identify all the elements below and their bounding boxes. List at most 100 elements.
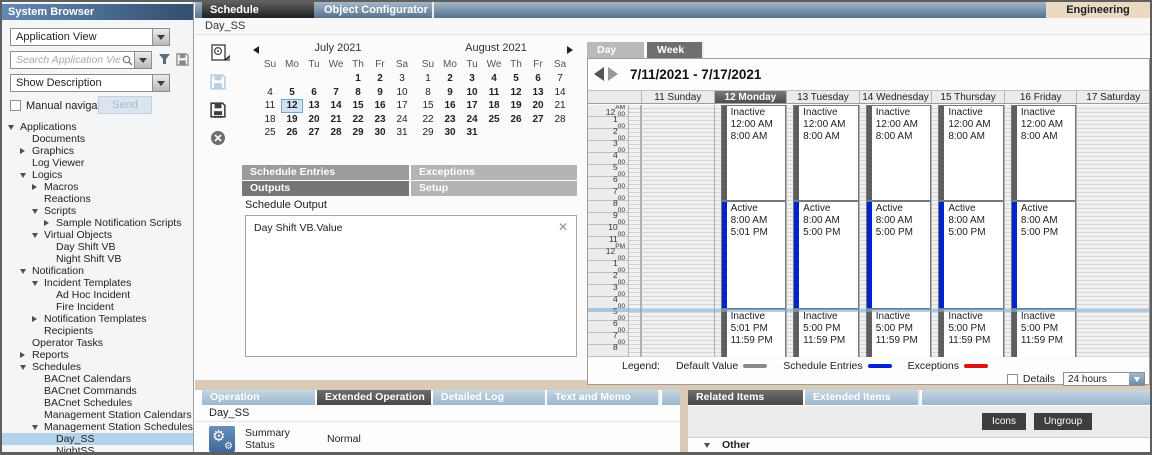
time-scale-arrow-icon[interactable] xyxy=(1129,373,1144,385)
calendar-day[interactable]: 4 xyxy=(259,86,281,100)
previous-week-icon[interactable] xyxy=(594,67,604,81)
day-column[interactable]: Inactive12:00 AM8:00 AMActive8:00 AM5:00… xyxy=(786,105,859,357)
calendar-day[interactable]: 21 xyxy=(549,99,571,113)
calendar-day[interactable]: 29 xyxy=(417,126,439,140)
send-button[interactable]: Send xyxy=(98,96,152,114)
calendar-day[interactable]: 22 xyxy=(417,113,439,127)
tree-item-operator-tasks[interactable]: Operator Tasks xyxy=(2,337,193,349)
tree-item-notification[interactable]: Notification xyxy=(2,265,193,277)
tree-collapsed-icon[interactable] xyxy=(20,148,30,154)
tree-expanded-icon[interactable] xyxy=(20,173,30,178)
tree-expanded-icon[interactable] xyxy=(20,365,30,370)
schedule-entry-active[interactable]: Active8:00 AM5:00 PM xyxy=(938,201,1004,309)
tree-expanded-icon[interactable] xyxy=(32,425,42,430)
tree-collapsed-icon[interactable] xyxy=(20,352,30,358)
tree-item-bacnet-commands[interactable]: BACnet Commands xyxy=(2,385,193,397)
discard-icon[interactable] xyxy=(210,130,226,146)
schedule-entry-active[interactable]: Active8:00 AM5:00 PM xyxy=(866,201,932,309)
calendar-day[interactable]: 10 xyxy=(461,86,483,100)
tab-week[interactable]: Week xyxy=(647,42,704,58)
tree-expanded-icon[interactable] xyxy=(32,209,42,214)
day-header[interactable]: 16 Friday xyxy=(1004,91,1077,103)
ungroup-button[interactable]: Ungroup xyxy=(1034,413,1092,430)
tree-item-log-viewer[interactable]: Log Viewer xyxy=(2,157,193,169)
search-input[interactable] xyxy=(11,54,120,66)
calendar-day[interactable]: 19 xyxy=(281,113,303,127)
calendar-day[interactable]: 20 xyxy=(527,99,549,113)
tab-exceptions[interactable]: Exceptions xyxy=(411,165,577,180)
output-item[interactable]: Day Shift VB.Value ✕ xyxy=(246,216,576,234)
day-header[interactable]: 11 Sunday xyxy=(641,91,714,103)
tree-item-reactions[interactable]: Reactions xyxy=(2,193,193,205)
calendar-day[interactable]: 28 xyxy=(549,113,571,127)
calendar-day[interactable]: 2 xyxy=(439,72,461,86)
schedule-entry-inactive[interactable]: Inactive12:00 AM8:00 AM xyxy=(721,105,787,201)
tab-text-and-memo[interactable]: Text and Memo xyxy=(547,390,660,405)
schedule-entry-active[interactable]: Active8:00 AM5:01 PM xyxy=(721,201,787,309)
calendar-day[interactable]: 5 xyxy=(281,86,303,100)
view-dropdown-arrow-icon[interactable] xyxy=(152,29,169,45)
search-dropdown-arrow-icon[interactable] xyxy=(134,52,151,68)
related-group-other[interactable]: Other xyxy=(688,438,1150,452)
tab-extended-operation[interactable]: Extended Operation xyxy=(317,390,431,405)
system-browser-header[interactable]: System Browser xyxy=(2,4,193,20)
calendar-day[interactable]: 8 xyxy=(417,86,439,100)
calendar-day[interactable]: 19 xyxy=(505,99,527,113)
calendar-day[interactable]: 17 xyxy=(391,99,413,113)
tree-collapsed-icon[interactable] xyxy=(32,316,42,322)
icons-button[interactable]: Icons xyxy=(982,413,1026,430)
calendar-day-selected[interactable]: 12 xyxy=(281,99,303,113)
calendar-day[interactable]: 17 xyxy=(461,99,483,113)
schedule-entry-inactive[interactable]: Inactive5:00 PM11:59 PM xyxy=(938,309,1004,357)
tree-item-schedules[interactable]: Schedules xyxy=(2,361,193,373)
save-view-icon[interactable] xyxy=(176,53,189,66)
tab-engineering[interactable]: Engineering xyxy=(1046,2,1150,18)
tree-expanded-icon[interactable] xyxy=(20,269,30,274)
day-header[interactable]: 14 Wednesday xyxy=(859,91,932,103)
calendar-day[interactable]: 1 xyxy=(347,72,369,86)
calendar-day[interactable]: 6 xyxy=(303,86,325,100)
calendar-day[interactable]: 12 xyxy=(505,86,527,100)
tree-item-bacnet-schedules[interactable]: BACnet Schedules xyxy=(2,397,193,409)
calendar-day[interactable]: 4 xyxy=(483,72,505,86)
calendar-day[interactable]: 26 xyxy=(505,113,527,127)
calendar-day[interactable]: 31 xyxy=(391,126,413,140)
search-icon[interactable] xyxy=(120,55,134,66)
calendar-day[interactable]: 15 xyxy=(417,99,439,113)
schedule-entry-active[interactable]: Active8:00 AM5:00 PM xyxy=(1011,201,1077,309)
calendar-day[interactable]: 6 xyxy=(527,72,549,86)
tree-expanded-icon[interactable] xyxy=(8,125,18,130)
tree-item-notification-templates[interactable]: Notification Templates xyxy=(2,313,193,325)
calendar-day[interactable]: 20 xyxy=(303,113,325,127)
calendar-day[interactable]: 8 xyxy=(347,86,369,100)
calendar-day[interactable]: 3 xyxy=(391,72,413,86)
day-column[interactable]: Inactive12:00 AM8:00 AMActive8:00 AM5:01… xyxy=(714,105,787,357)
details-checkbox[interactable] xyxy=(1007,374,1018,385)
tab-detailed-log[interactable]: Detailed Log xyxy=(433,390,545,405)
save-icon-disabled[interactable] xyxy=(210,74,226,90)
calendar-day[interactable]: 29 xyxy=(347,126,369,140)
tree-item-bacnet-calendars[interactable]: BACnet Calendars xyxy=(2,373,193,385)
calendar-day[interactable]: 25 xyxy=(483,113,505,127)
save-as-icon[interactable] xyxy=(210,102,226,118)
tree-expanded-icon[interactable] xyxy=(32,281,42,286)
schedule-entry-inactive[interactable]: Inactive5:01 PM11:59 PM xyxy=(721,309,787,357)
calendar-day[interactable]: 30 xyxy=(369,126,391,140)
tree-expanded-icon[interactable] xyxy=(32,233,42,238)
tree-item-incident-templates[interactable]: Incident Templates xyxy=(2,277,193,289)
panel-divider-vertical[interactable] xyxy=(680,390,688,452)
time-scale-dropdown[interactable]: 24 hours xyxy=(1063,372,1145,386)
remove-output-icon[interactable]: ✕ xyxy=(558,222,568,234)
filter-icon[interactable] xyxy=(158,53,171,66)
calendar-day[interactable]: 11 xyxy=(483,86,505,100)
tree-item-fire-incident[interactable]: Fire Incident xyxy=(2,301,193,313)
calendar-day[interactable]: 10 xyxy=(391,86,413,100)
tree-item-documents[interactable]: Documents xyxy=(2,133,193,145)
tab-extended-items[interactable]: Extended Items xyxy=(805,390,920,405)
calendar-day[interactable]: 23 xyxy=(369,113,391,127)
tree-item-nightss[interactable]: NightSS xyxy=(2,445,193,452)
calendar-day[interactable]: 24 xyxy=(391,113,413,127)
next-week-icon[interactable] xyxy=(608,67,618,81)
schedule-entry-inactive[interactable]: Inactive5:00 PM11:59 PM xyxy=(1011,309,1077,357)
calendar-day[interactable]: 11 xyxy=(259,99,281,113)
